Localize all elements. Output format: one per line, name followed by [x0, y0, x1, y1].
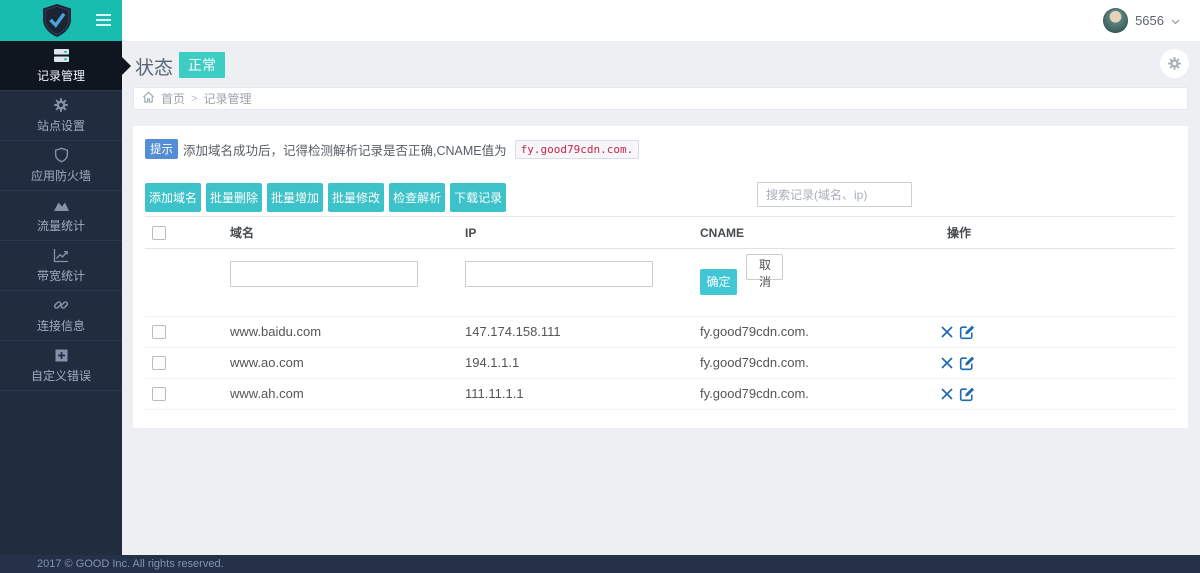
sidebar-item-label: 流量统计 — [36, 219, 85, 233]
cell-domain: www.baidu.com — [230, 316, 465, 348]
toolbar-button-batch-edit[interactable]: 批量修改 — [328, 183, 385, 212]
toolbar-button-batch-add[interactable]: 批量增加 — [267, 183, 324, 212]
cell-ip: 147.174.158.111 — [465, 316, 700, 348]
sidebar-item-site-settings[interactable]: 站点设置 — [0, 91, 122, 141]
sidebar-item-label: 应用防火墙 — [30, 169, 91, 183]
table-row: www.ah.com 111.11.1.1 fy.good79cdn.com. — [145, 378, 1175, 410]
content-area: 状态 正常 首页 > 记录管理 提示 添加域名成功后，记得检测解析记录是否正确,… — [122, 41, 1200, 555]
cell-ip: 111.11.1.1 — [465, 378, 700, 410]
sidebar-item-bandwidth-stats[interactable]: 带宽统计 — [0, 241, 122, 291]
select-all-checkbox[interactable] — [152, 225, 166, 240]
main-panel: 提示 添加域名成功后，记得检测解析记录是否正确,CNAME值为 fy.good7… — [133, 126, 1188, 428]
row-checkbox[interactable] — [152, 325, 166, 340]
sidebar-item-label: 记录管理 — [36, 69, 85, 83]
sidebar-item-label: 带宽统计 — [36, 269, 85, 283]
delete-x-icon[interactable] — [940, 356, 954, 370]
filter-ip-input[interactable] — [465, 261, 653, 288]
app-root: 5656 记录管理 站点设置 应用防火墙 流量统计 带宽统计 连接信息 自定义错… — [0, 0, 1200, 573]
cname-value-code: fy.good79cdn.com. — [514, 139, 640, 159]
cname-hint-alert: 提示 添加域名成功后，记得检测解析记录是否正确,CNAME值为 fy.good7… — [145, 139, 640, 159]
sidebar-item-traffic-stats[interactable]: 流量统计 — [0, 191, 122, 241]
breadcrumb: 首页 > 记录管理 — [133, 87, 1188, 110]
delete-x-icon[interactable] — [940, 325, 954, 339]
chevron-down-icon — [1171, 12, 1180, 30]
settings-gear-button[interactable] — [1160, 49, 1189, 78]
cell-cname: fy.good79cdn.com. — [700, 347, 940, 379]
table-body: www.baidu.com 147.174.158.111 fy.good79c… — [145, 316, 1175, 410]
top-navbar: 5656 — [122, 0, 1200, 41]
link-icon — [53, 297, 69, 313]
toolbar-buttons: 添加域名 批量删除 批量增加 批量修改 检查解析 下载记录 — [145, 183, 507, 212]
shield-check-logo-icon — [41, 3, 73, 43]
table-row: www.baidu.com 147.174.158.111 fy.good79c… — [145, 316, 1175, 348]
confirm-button[interactable]: 确定 — [700, 268, 737, 295]
sidebar-item-label: 自定义错误 — [30, 369, 91, 383]
edit-icon[interactable] — [959, 386, 976, 402]
sidebar-item-label: 连接信息 — [36, 319, 85, 333]
hint-badge: 提示 — [145, 139, 178, 159]
breadcrumb-home-link[interactable]: 首页 — [161, 90, 185, 107]
hint-text: 添加域名成功后，记得检测解析记录是否正确,CNAME值为 — [183, 143, 507, 158]
active-item-notch — [122, 57, 131, 75]
user-menu[interactable]: 5656 — [1103, 0, 1180, 41]
sidebar-item-label: 站点设置 — [36, 119, 85, 133]
sidebar-item-connection-info[interactable]: 连接信息 — [0, 291, 122, 341]
table-header-row: 域名 IP CNAME 操作 — [145, 216, 1175, 249]
cell-domain: www.ao.com — [230, 347, 465, 379]
filter-domain-input[interactable] — [230, 261, 418, 288]
breadcrumb-current: 记录管理 — [203, 92, 252, 106]
area-chart-icon — [53, 197, 70, 213]
line-chart-icon — [53, 247, 69, 263]
toolbar-button-download-records[interactable]: 下载记录 — [450, 183, 507, 212]
cell-ip: 194.1.1.1 — [465, 347, 700, 379]
cell-domain: www.ah.com — [230, 378, 465, 410]
sidebar: 记录管理 站点设置 应用防火墙 流量统计 带宽统计 连接信息 自定义错误 — [0, 41, 122, 555]
sidebar-item-custom-error[interactable]: 自定义错误 — [0, 341, 122, 391]
page-title: 状态 — [135, 58, 174, 79]
footer-copyright: 2017 © GOOD Inc. All rights reserved. — [0, 555, 1200, 573]
username: 5656 — [1135, 13, 1164, 28]
plus-square-icon — [54, 347, 69, 363]
delete-x-icon[interactable] — [940, 387, 954, 401]
cell-cname: fy.good79cdn.com. — [700, 378, 940, 410]
toolbar-button-check-resolve[interactable]: 检查解析 — [389, 183, 446, 212]
records-table-wrap: 域名 IP CNAME 操作 确定 取消 www.baidu.com 147.1… — [145, 216, 1175, 410]
column-header-actions: 操作 — [940, 216, 1175, 249]
sidebar-item-records[interactable]: 记录管理 — [0, 41, 122, 91]
column-header-domain: 域名 — [230, 216, 465, 249]
cell-cname: fy.good79cdn.com. — [700, 316, 940, 348]
home-icon — [142, 91, 155, 106]
sidebar-item-app-firewall[interactable]: 应用防火墙 — [0, 141, 122, 191]
row-checkbox[interactable] — [152, 387, 166, 402]
gear-icon — [53, 97, 69, 113]
filter-row: 确定 取消 — [145, 248, 1175, 317]
toolbar-button-batch-delete[interactable]: 批量删除 — [206, 183, 263, 212]
cancel-button[interactable]: 取消 — [746, 254, 784, 289]
page-header: 状态 正常 — [122, 41, 1200, 87]
toolbar-button-add-domain[interactable]: 添加域名 — [145, 183, 202, 212]
brand-block — [0, 0, 122, 41]
breadcrumb-separator: > — [191, 92, 198, 105]
avatar — [1103, 8, 1129, 33]
shield-icon — [54, 147, 69, 163]
edit-icon[interactable] — [959, 324, 976, 340]
row-checkbox[interactable] — [152, 356, 166, 371]
records-icon — [53, 47, 70, 63]
status-badge: 正常 — [179, 52, 225, 78]
menu-toggle-button[interactable] — [96, 14, 111, 26]
column-header-cname: CNAME — [700, 216, 940, 249]
records-table: 域名 IP CNAME 操作 确定 取消 www.baidu.com 147.1… — [145, 216, 1175, 410]
column-header-ip: IP — [465, 216, 700, 249]
search-input[interactable] — [757, 182, 912, 207]
edit-icon[interactable] — [959, 355, 976, 371]
table-row: www.ao.com 194.1.1.1 fy.good79cdn.com. — [145, 347, 1175, 379]
